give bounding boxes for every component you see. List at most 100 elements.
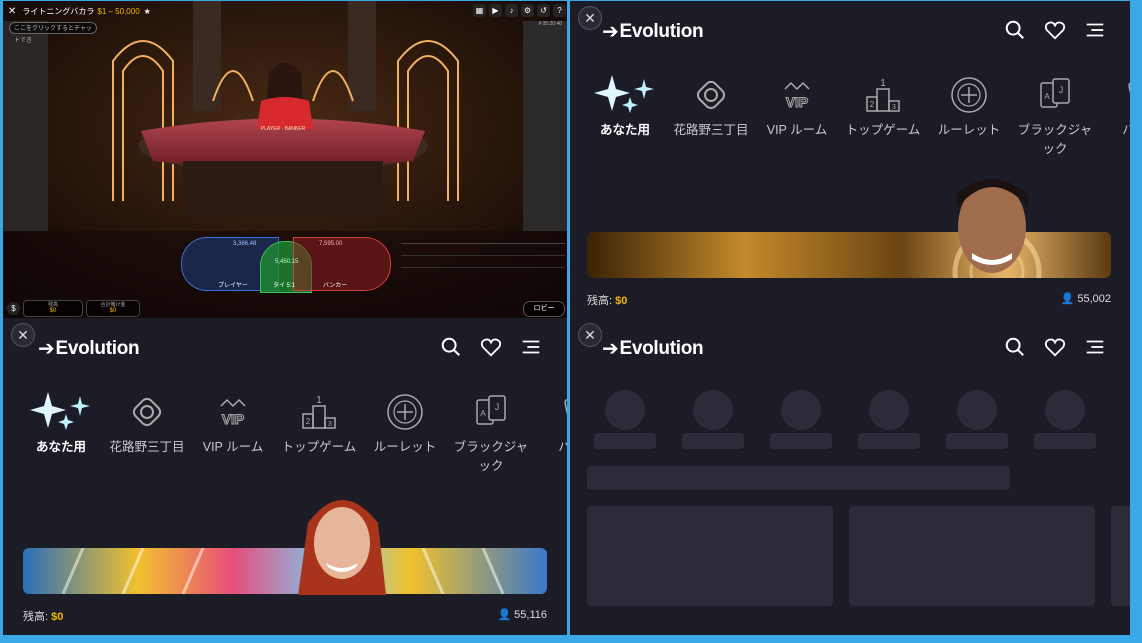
close-button[interactable]: ✕	[578, 6, 602, 30]
category-for-you[interactable]: あなた用	[18, 388, 104, 474]
lobby-button[interactable]: ロビー	[523, 301, 565, 317]
skeleton-label	[682, 433, 744, 449]
game-timestamp: # 05:20:40	[538, 21, 562, 27]
category-label: VIP ルーム	[766, 123, 828, 137]
search-icon[interactable]	[1004, 336, 1026, 363]
search-icon[interactable]	[1004, 19, 1026, 46]
category-bar: あなた用 花路野三丁目 VIP VIP ルーム 1 2 3 トップゲーム ルーレット…	[18, 388, 567, 474]
lobby-window-top: ✕ ➔ Evolution あなた用 花路野三丁目 VIP VIP ルーム 1 2…	[570, 1, 1130, 318]
category-for-you[interactable]: あなた用	[582, 71, 668, 157]
player-count: 👤 55,116	[497, 608, 547, 622]
svg-text:2: 2	[306, 417, 311, 426]
category-hanamichi[interactable]: 花路野三丁目	[104, 388, 190, 474]
logo-mark-icon: ➔	[602, 21, 619, 43]
category-baccarat[interactable]: バカラ	[534, 388, 567, 474]
star-icon[interactable]: ★	[144, 7, 151, 16]
skeleton-circle	[781, 390, 821, 430]
player-bet-label: プレイヤー	[218, 283, 248, 289]
banker-bet-label: バンカー	[323, 283, 348, 289]
sparkles-icon	[582, 71, 668, 119]
category-label: 花路野三丁目	[109, 440, 185, 454]
menu-icon[interactable]	[1084, 19, 1106, 46]
menu-icon[interactable]	[520, 336, 542, 363]
video-icon[interactable]: ▶	[489, 4, 502, 17]
skeleton-circle	[957, 390, 997, 430]
svg-text:2: 2	[870, 100, 875, 109]
roulette-icon	[362, 388, 448, 436]
category-hanamichi[interactable]: 花路野三丁目	[668, 71, 754, 157]
category-label: ブラックジャック	[453, 440, 529, 473]
category-roulette[interactable]: ルーレット	[362, 388, 448, 474]
search-icon[interactable]	[440, 336, 462, 363]
category-baccarat[interactable]: バカラ	[1098, 71, 1130, 157]
history-icon[interactable]: ↺	[537, 4, 550, 17]
category-vip[interactable]: VIP VIP ルーム	[754, 71, 840, 157]
player-count-value: 55,002	[1077, 292, 1111, 305]
settings-icon[interactable]: ⚙	[521, 4, 534, 17]
user-icon: 👤	[497, 609, 512, 621]
skeleton-label	[594, 433, 656, 449]
skeleton-game-card	[1111, 506, 1130, 606]
svg-text:VIP: VIP	[222, 411, 245, 427]
skeleton-label	[770, 433, 832, 449]
evolution-logo: ➔ Evolution	[602, 336, 704, 361]
close-button[interactable]: ✕	[11, 323, 35, 347]
dealer-portrait	[956, 179, 1028, 273]
favorites-heart-icon[interactable]	[480, 336, 502, 363]
header-icons	[440, 336, 542, 363]
category-label: あなた用	[599, 123, 650, 137]
evolution-logo: ➔ Evolution	[602, 19, 704, 44]
skeleton-label	[946, 433, 1008, 449]
category-blackjack[interactable]: JA ブラックジャック	[448, 388, 534, 474]
category-label: バカラ	[558, 440, 567, 454]
category-vip[interactable]: VIP VIP ルーム	[190, 388, 276, 474]
cards-icon: JA	[448, 388, 534, 436]
skeleton-section-title	[587, 466, 1010, 490]
skeleton-label	[1034, 433, 1096, 449]
featured-banner[interactable]	[23, 548, 547, 594]
tie-bet-label: タイ 5:1	[273, 283, 296, 289]
skeleton-game-card	[587, 506, 833, 606]
category-top-games[interactable]: 1 2 3 トップゲーム	[840, 71, 926, 157]
balance-display: 残高 $0	[23, 300, 83, 317]
svg-text:PLAYER · BANKER: PLAYER · BANKER	[261, 126, 306, 132]
svg-text:3: 3	[892, 104, 896, 111]
dollar-icon[interactable]: $	[7, 302, 20, 315]
dealer-portrait	[298, 500, 386, 595]
header-icons	[1004, 336, 1106, 363]
close-button[interactable]: ✕	[578, 323, 602, 347]
skeleton-circle	[869, 390, 909, 430]
favorites-heart-icon[interactable]	[1044, 336, 1066, 363]
game-window: PLAYER · BANKER ✕ ライトニングバカラ $1 – 50,000 …	[3, 1, 567, 318]
balance-text: 残高: $0	[23, 611, 64, 623]
logo-text: Evolution	[619, 337, 704, 359]
lifebuoy-icon	[104, 388, 190, 436]
help-icon[interactable]: ?	[553, 4, 566, 17]
skeleton-label	[858, 433, 920, 449]
close-icon[interactable]: ✕	[8, 6, 16, 17]
balance-text: 残高: $0	[587, 295, 628, 307]
sound-icon[interactable]: ♪	[505, 4, 518, 17]
total-bet-value: $0	[109, 308, 117, 314]
chat-input[interactable]: ここをクリックするとチャットでき	[9, 22, 97, 44]
skeleton-game-card	[849, 506, 1095, 606]
baccarat-cards-icon	[534, 388, 567, 436]
category-top-games[interactable]: 1 2 3 トップゲーム	[276, 388, 362, 474]
tie-bet-amount: 5,450.15	[275, 259, 299, 265]
podium-icon: 1 2 3	[276, 388, 362, 436]
favorites-heart-icon[interactable]	[1044, 19, 1066, 46]
player-bet-amount: 3,386.48	[233, 241, 257, 247]
vip-crown-icon: VIP	[754, 71, 840, 119]
menu-icon[interactable]	[1084, 336, 1106, 363]
svg-text:VIP: VIP	[786, 94, 809, 110]
category-label: トップゲーム	[845, 123, 921, 137]
svg-text:J: J	[1059, 85, 1064, 95]
svg-text:A: A	[480, 409, 486, 418]
category-label: VIP ルーム	[202, 440, 264, 454]
category-roulette[interactable]: ルーレット	[926, 71, 1012, 157]
bet-limits: $1 – 50,000	[97, 6, 140, 16]
skeleton-circle	[605, 390, 645, 430]
chat-toggle-icon[interactable]: ▦	[473, 4, 486, 17]
player-count-value: 55,116	[514, 608, 547, 621]
category-blackjack[interactable]: JA ブラックジャック	[1012, 71, 1098, 157]
